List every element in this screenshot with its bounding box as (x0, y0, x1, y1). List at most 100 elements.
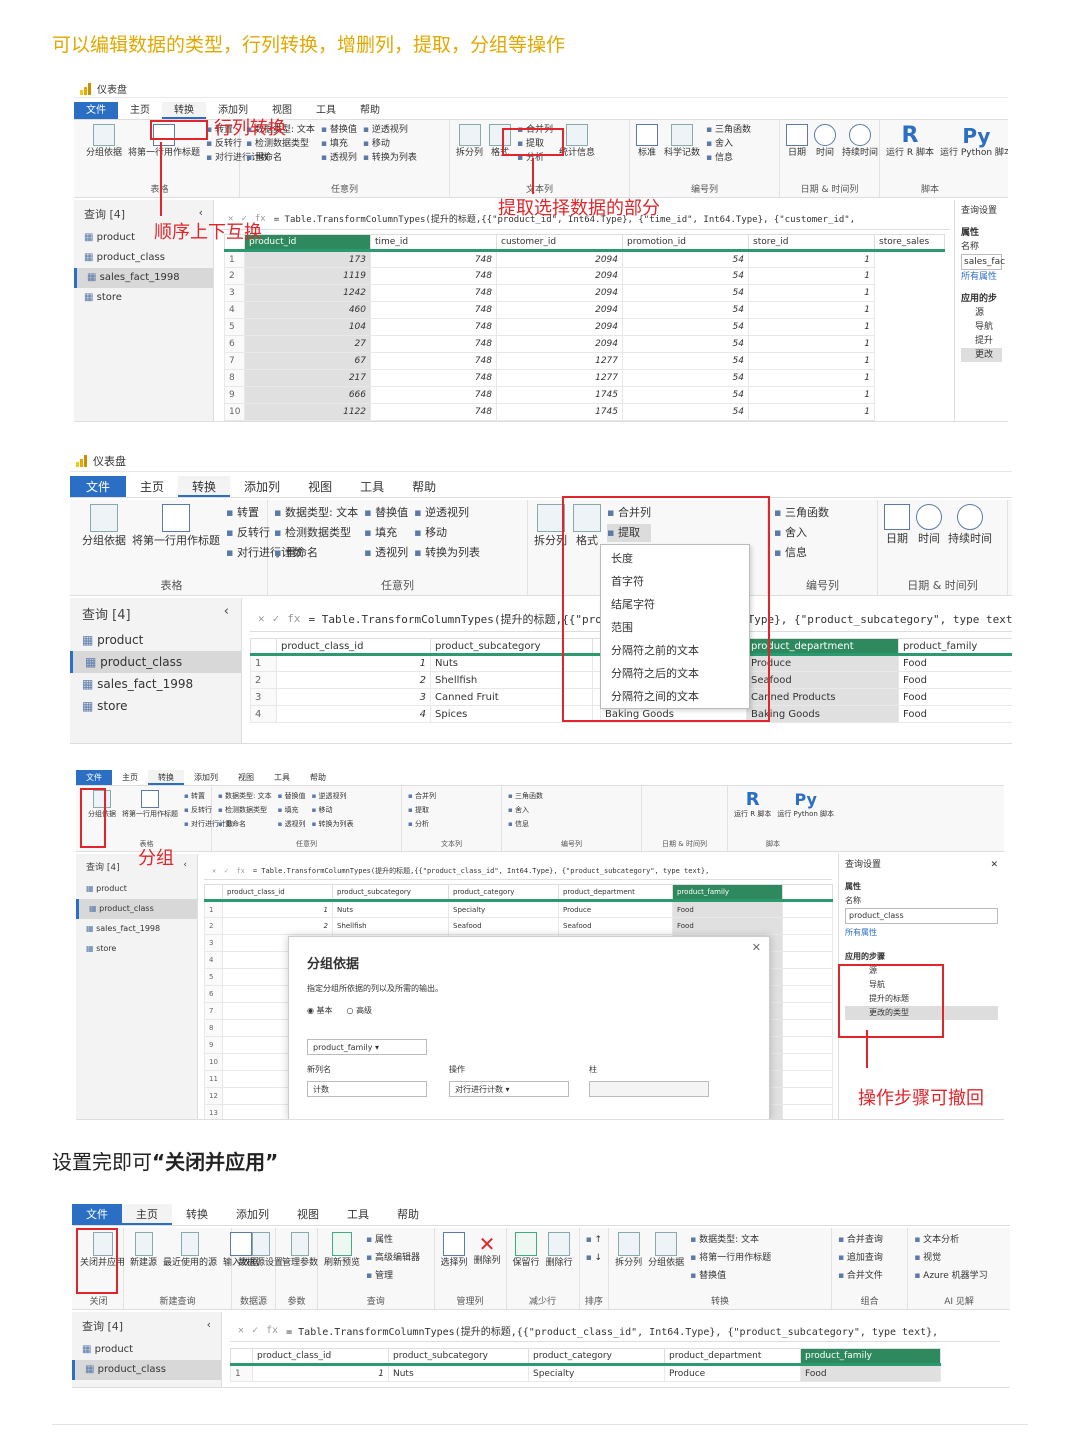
confirm-icon[interactable]: ✓ (273, 612, 280, 625)
table-cell[interactable]: 104 (244, 318, 371, 336)
column-header[interactable]: product_department (664, 1348, 801, 1366)
table-cell[interactable]: 1119 (244, 267, 371, 285)
table-cell[interactable]: Seafood (558, 917, 673, 935)
row-number[interactable]: 11 (204, 1070, 223, 1088)
table-cell[interactable]: 54 (622, 352, 749, 370)
data-type-dropdown[interactable]: 数据类型: 文本 (218, 790, 272, 802)
trig-button[interactable]: 三角函数 (774, 504, 829, 522)
split-column-button[interactable]: 拆分列 (456, 124, 483, 159)
table-cell[interactable]: 54 (622, 284, 749, 302)
row-number[interactable]: 3 (204, 934, 223, 952)
tab-add-column[interactable]: 添加列 (184, 770, 228, 785)
all-props-link[interactable]: 所有属性 (845, 926, 998, 940)
close-apply-button[interactable]: 关闭并应用 (80, 1232, 125, 1269)
standard-button[interactable]: 标准 (636, 124, 658, 159)
table-cell[interactable]: 2 (276, 671, 431, 689)
text-analytics-button[interactable]: 文本分析 (914, 1232, 987, 1248)
query-item[interactable]: sales_fact_1998 (76, 919, 197, 939)
table-cell[interactable]: 3 (276, 688, 431, 706)
remove-rows-button[interactable]: 删除行 (546, 1232, 573, 1269)
table-cell[interactable]: 460 (244, 301, 371, 319)
extract-after-delimiter-item[interactable]: 分隔符之后的文本 (601, 662, 749, 685)
tab-view[interactable]: 视图 (294, 476, 346, 497)
move-button[interactable]: 移动 (363, 138, 417, 150)
step-item-selected[interactable]: 更改的类型 (845, 1006, 998, 1020)
cancel-icon[interactable]: ✕ (238, 1325, 244, 1336)
collapse-icon[interactable]: ‹ (207, 1318, 211, 1334)
detect-type-button[interactable]: 检测数据类型 (218, 804, 272, 816)
row-number[interactable]: 2 (204, 917, 223, 935)
table-cell[interactable]: Nuts (430, 654, 593, 672)
date-button[interactable]: 日期 (884, 504, 910, 546)
run-r-button[interactable]: R 运行 R 脚本 (886, 124, 934, 159)
group-by-button[interactable]: 分组依据 (82, 504, 126, 548)
unpivot-button[interactable]: 逆透视列 (363, 124, 417, 136)
table-cell[interactable]: 54 (622, 403, 749, 421)
table-cell[interactable]: 1 (748, 386, 875, 404)
fill-button[interactable]: 填充 (364, 524, 408, 542)
parse-button[interactable]: 分析 (517, 152, 553, 164)
advanced-editor-button[interactable]: 高级编辑器 (366, 1250, 420, 1266)
duration-button[interactable]: 持续时间 (842, 124, 878, 159)
extract-length-item[interactable]: 长度 (601, 547, 749, 570)
column-header[interactable]: product_subcategory (430, 638, 593, 656)
column-header[interactable]: product_family (898, 638, 1012, 656)
table-cell[interactable]: Seafood (448, 917, 559, 935)
table-cell[interactable]: Canned Fruit (430, 688, 593, 706)
table-cell[interactable]: 1277 (496, 369, 623, 387)
table-cell[interactable]: 1122 (244, 403, 371, 421)
tab-home[interactable]: 主页 (118, 102, 162, 119)
table-cell[interactable]: 2 (222, 917, 333, 935)
tab-home[interactable]: 主页 (126, 476, 178, 497)
table-cell[interactable]: Food (898, 654, 1012, 672)
row-number[interactable]: 1 (204, 900, 223, 918)
info-button[interactable]: 信息 (706, 152, 751, 164)
column-header[interactable]: product_class_id (252, 1348, 389, 1366)
query-item-selected[interactable]: product_class (70, 651, 241, 673)
unpivot-button[interactable]: 逆透视列 (414, 504, 480, 522)
table-cell[interactable]: Food (672, 917, 783, 935)
basic-radio[interactable]: ◉ 基本 (307, 1005, 333, 1016)
rename-button[interactable]: 重命名 (274, 544, 358, 562)
row-number[interactable]: 3 (224, 284, 245, 302)
move-button[interactable]: 移动 (312, 804, 354, 816)
fill-button[interactable]: 填充 (278, 804, 306, 816)
table-cell[interactable]: 1277 (496, 352, 623, 370)
column-header[interactable]: product_family (672, 884, 783, 902)
table-cell[interactable]: Canned Products (746, 688, 899, 706)
column-header[interactable]: product_subcategory (388, 1348, 529, 1366)
azure-ml-button[interactable]: Azure 机器学习 (914, 1268, 988, 1284)
table-cell[interactable]: Produce (664, 1364, 801, 1382)
table-cell[interactable]: Shellfish (430, 671, 593, 689)
to-list-button[interactable]: 转换为列表 (414, 544, 480, 562)
replace-values-button[interactable]: 替换值 (321, 124, 357, 136)
table-cell[interactable]: 1 (222, 900, 333, 918)
column-header[interactable]: promotion_id (622, 234, 749, 252)
merge-queries-button[interactable]: 合并查询 (838, 1232, 883, 1248)
column-header[interactable]: product_class_id (276, 638, 431, 656)
replace-values-button[interactable]: 替换值 (278, 790, 306, 802)
extract-between-delimiters-item[interactable]: 分隔符之间的文本 (601, 685, 749, 708)
tab-transform[interactable]: 转换 (148, 770, 184, 785)
row-number[interactable]: 10 (204, 1053, 223, 1071)
sort-asc-icon[interactable]: ↑ (586, 1232, 603, 1248)
table-cell[interactable]: Seafood (746, 671, 899, 689)
table-cell[interactable]: 2094 (496, 284, 623, 302)
replace-values-button[interactable]: 替换值 (690, 1268, 771, 1284)
table-cell[interactable]: 666 (244, 386, 371, 404)
table-cell[interactable]: 4 (276, 705, 431, 723)
table-cell[interactable]: 748 (370, 301, 497, 319)
collapse-icon[interactable]: ‹ (224, 604, 229, 623)
table-cell[interactable]: 1745 (496, 386, 623, 404)
table-cell[interactable]: 67 (244, 352, 371, 370)
data-type-dropdown[interactable]: 数据类型: 文本 (690, 1232, 771, 1248)
rounding-button[interactable]: 舍入 (706, 138, 751, 150)
row-number[interactable]: 4 (224, 301, 245, 319)
table-cell[interactable]: 748 (370, 284, 497, 302)
row-number[interactable]: 9 (224, 386, 245, 404)
row-number[interactable]: 13 (204, 1104, 223, 1119)
column-header[interactable]: store_id (748, 234, 875, 252)
column-header[interactable]: product_department (746, 638, 899, 656)
step-item-selected[interactable]: 更改 (961, 348, 1002, 362)
column-select[interactable] (589, 1081, 709, 1097)
